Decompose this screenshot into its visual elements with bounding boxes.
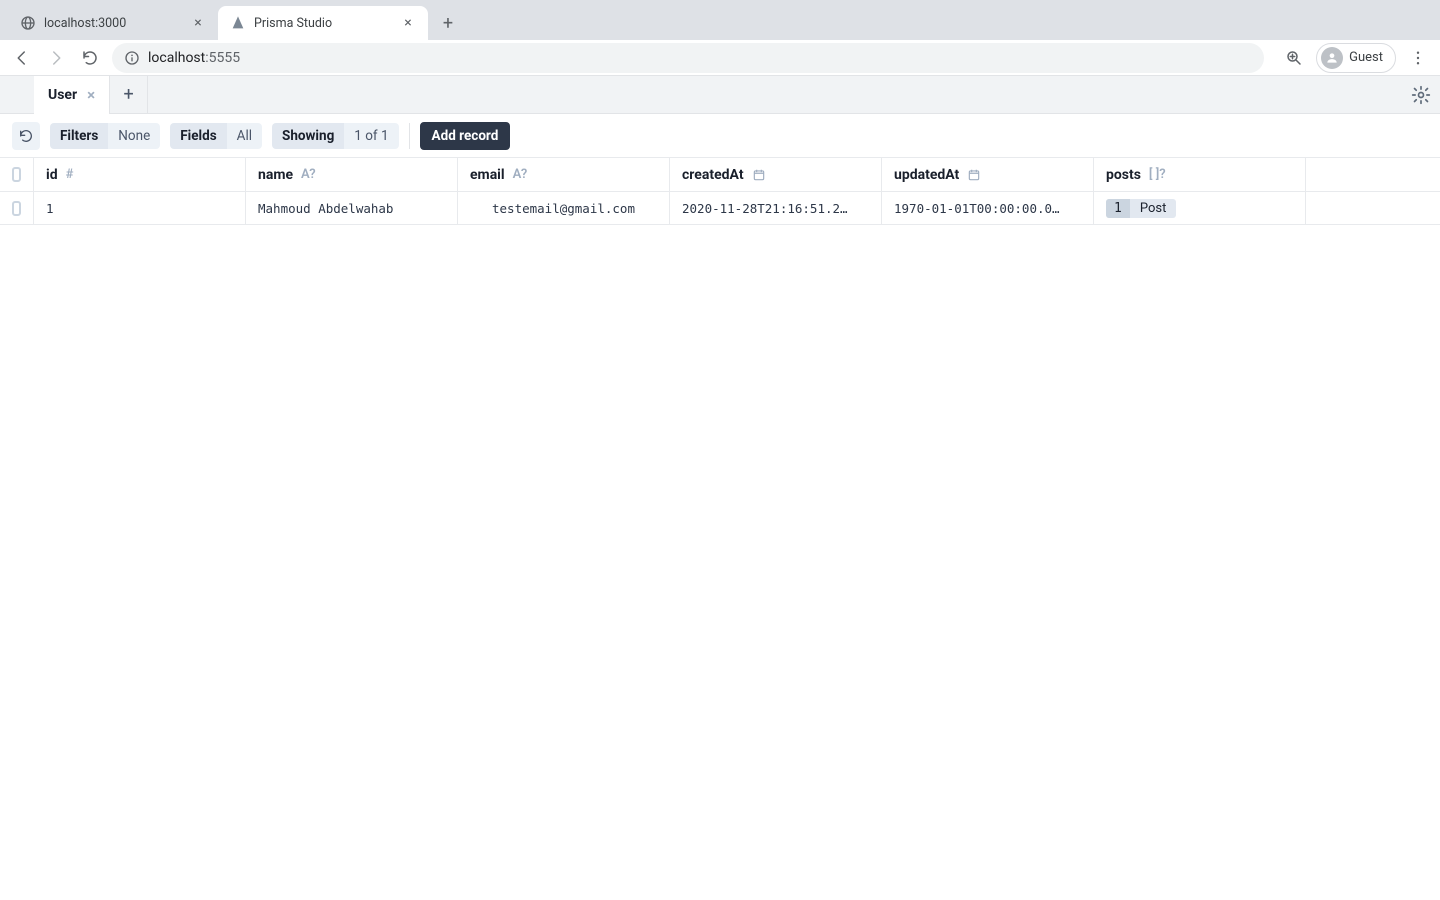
forward-button[interactable] <box>44 46 68 70</box>
cell-updatedat[interactable]: 1970-01-01T00:00:00.0… <box>882 192 1094 224</box>
url-port: :5555 <box>205 50 240 66</box>
relation-badge[interactable]: 1 Post <box>1106 199 1176 218</box>
column-header-id[interactable]: id # <box>34 158 246 191</box>
model-tab-bar: User × + <box>0 76 1440 114</box>
close-icon[interactable]: × <box>87 86 95 104</box>
browser-toolbar: localhost:5555 Guest <box>0 40 1440 76</box>
fields-label: Fields <box>170 123 226 149</box>
filters-label: Filters <box>50 123 108 149</box>
url-host: localhost <box>148 50 205 66</box>
refresh-icon <box>18 128 34 144</box>
avatar-icon <box>1321 47 1343 69</box>
filters-value: None <box>108 123 160 149</box>
url-text: localhost:5555 <box>148 50 240 66</box>
column-header-email[interactable]: email A? <box>458 158 670 191</box>
profile-chip[interactable]: Guest <box>1316 43 1396 73</box>
column-name: name <box>258 167 293 183</box>
showing-pill[interactable]: Showing 1 of 1 <box>272 123 399 149</box>
column-header-updatedat[interactable]: updatedAt <box>882 158 1094 191</box>
column-type-badge: [ ]? <box>1149 167 1166 182</box>
column-name: posts <box>1106 167 1141 183</box>
cell-id[interactable]: 1 <box>34 192 246 224</box>
add-record-button[interactable]: Add record <box>420 122 511 150</box>
column-header-posts[interactable]: posts [ ]? <box>1094 158 1306 191</box>
column-type-badge: A? <box>513 167 528 182</box>
showing-value: 1 of 1 <box>344 123 398 149</box>
prisma-studio: User × + Filters None Fields All Showing… <box>0 76 1440 225</box>
tab-title: localhost:3000 <box>44 16 182 31</box>
new-tab-button[interactable]: + <box>434 9 462 37</box>
address-bar[interactable]: localhost:5555 <box>112 43 1264 73</box>
gear-icon <box>1411 85 1431 105</box>
column-name: createdAt <box>682 167 744 183</box>
cell-name[interactable]: Mahmoud Abdelwahab <box>246 192 458 224</box>
filter-bar: Filters None Fields All Showing 1 of 1 A… <box>0 114 1440 158</box>
table-header-row: id # name A? email A? createdAt updatedA… <box>0 158 1440 192</box>
model-tab-user[interactable]: User × <box>34 76 110 114</box>
select-all-checkbox[interactable] <box>0 158 34 191</box>
relation-count: 1 <box>1106 199 1130 218</box>
back-button[interactable] <box>10 46 34 70</box>
close-icon[interactable]: × <box>190 15 206 31</box>
row-checkbox[interactable] <box>0 192 34 224</box>
tab-title: Prisma Studio <box>254 16 392 31</box>
site-info-icon[interactable] <box>124 50 140 66</box>
cell-createdat[interactable]: 2020-11-28T21:16:51.2… <box>670 192 882 224</box>
profile-label: Guest <box>1349 50 1383 65</box>
relation-label: Post <box>1130 199 1177 218</box>
column-type-badge: # <box>66 167 74 182</box>
calendar-icon <box>752 168 766 182</box>
browser-tab-localhost-3000[interactable]: localhost:3000 × <box>8 6 218 40</box>
filters-pill[interactable]: Filters None <box>50 123 160 149</box>
data-table: id # name A? email A? createdAt updatedA… <box>0 158 1440 225</box>
refresh-button[interactable] <box>12 122 40 150</box>
close-icon[interactable]: × <box>400 15 416 31</box>
cell-posts[interactable]: 1 Post <box>1094 192 1306 224</box>
browser-chrome: localhost:3000 × Prisma Studio × + local… <box>0 0 1440 76</box>
column-header-createdat[interactable]: createdAt <box>670 158 882 191</box>
prisma-icon <box>230 15 246 31</box>
fields-pill[interactable]: Fields All <box>170 123 262 149</box>
cell-email[interactable]: testemail@gmail.com <box>458 192 670 224</box>
settings-button[interactable] <box>1402 85 1440 105</box>
divider <box>409 123 410 149</box>
column-name: updatedAt <box>894 167 959 183</box>
kebab-menu-icon[interactable] <box>1406 46 1430 70</box>
calendar-icon <box>967 168 981 182</box>
table-row[interactable]: 1 Mahmoud Abdelwahab testemail@gmail.com… <box>0 192 1440 225</box>
model-tab-label: User <box>48 87 77 103</box>
showing-label: Showing <box>272 123 344 149</box>
column-header-name[interactable]: name A? <box>246 158 458 191</box>
globe-icon <box>20 15 36 31</box>
fields-value: All <box>227 123 262 149</box>
add-model-tab-button[interactable]: + <box>110 76 148 114</box>
tab-strip: localhost:3000 × Prisma Studio × + <box>0 0 1440 40</box>
browser-tab-prisma-studio[interactable]: Prisma Studio × <box>218 6 428 40</box>
reload-button[interactable] <box>78 46 102 70</box>
column-name: id <box>46 167 58 183</box>
column-type-badge: A? <box>301 167 316 182</box>
column-name: email <box>470 167 505 183</box>
zoom-icon[interactable] <box>1282 46 1306 70</box>
